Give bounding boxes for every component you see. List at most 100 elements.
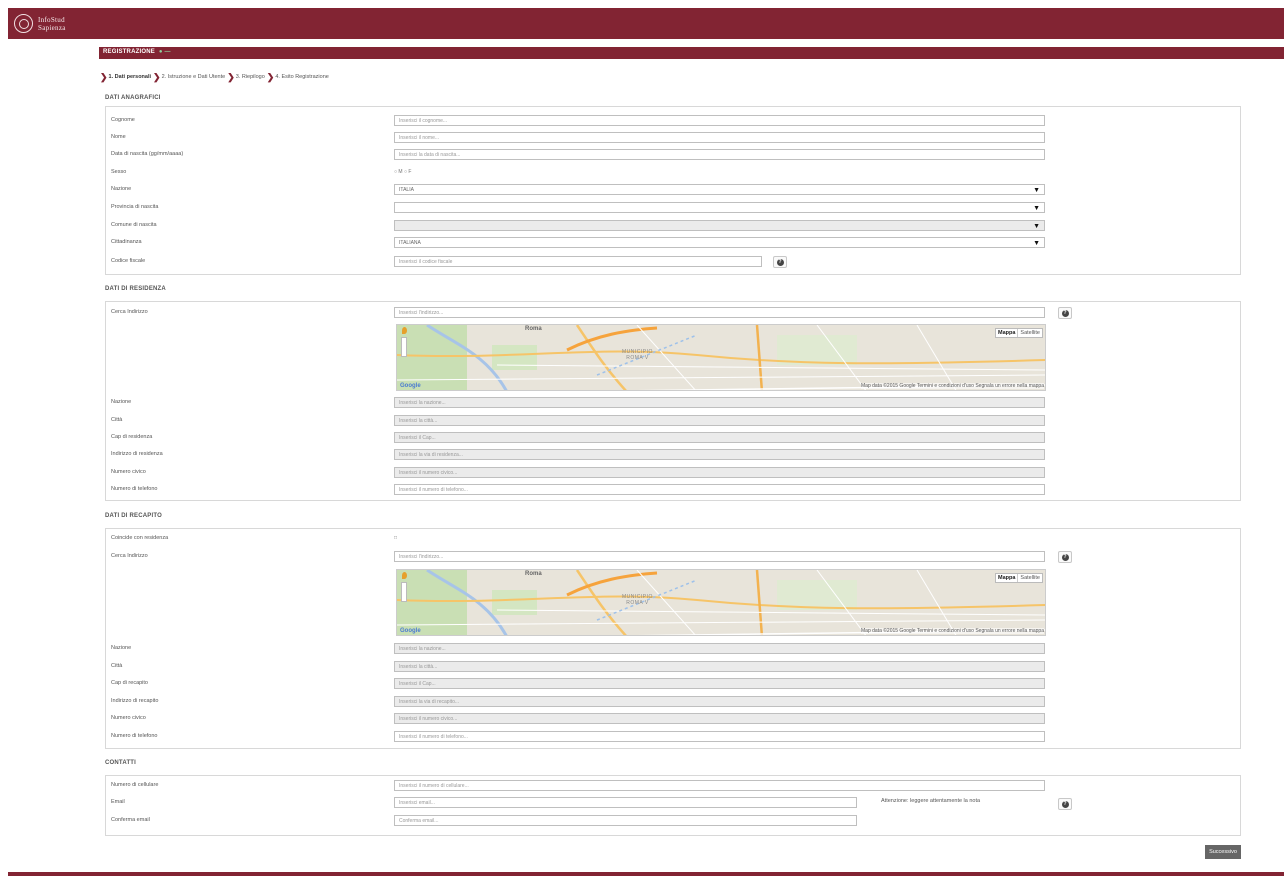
label-cerca-residenza: Cerca Indirizzo [111,309,148,315]
row-cerca-residenza: Cerca Indirizzo Inserisci l'indirizzo...… [106,307,1240,319]
chevron-right-icon: ❯ [227,72,235,82]
street-view-pegman-icon[interactable] [402,572,407,579]
map-zoom-control[interactable] [401,337,407,357]
question-icon: ? [1061,553,1069,561]
citta-recapito-input[interactable]: Inserisci la città... [394,661,1045,672]
nazione-select[interactable]: ITALIA ▼ [394,184,1045,195]
telefono-residenza-input[interactable]: Inserisci il numero di telefono... [394,484,1045,495]
row-coincide: Coincide con residenza □ [106,533,1240,544]
row-cognome: Cognome Inserisci il cognome... [106,115,1240,126]
provincia-select[interactable]: ▼ [394,202,1045,213]
row-civico-recapito: Numero civico Inserisci il numero civico… [106,713,1240,724]
conferma-email-input[interactable]: Conferma email... [394,815,857,826]
row-comune: Comune di nascita ▼ [106,220,1240,231]
step-1: 1. Dati personali [108,74,152,80]
recapito-help-button[interactable]: ? [1058,551,1072,563]
cerca-indirizzo-recapito-input[interactable]: Inserisci l'indirizzo... [394,551,1045,562]
step-3: 3. Riepilogo [235,74,265,80]
section-heading-residenza: DATI DI RESIDENZA [105,286,166,292]
cap-residenza-input[interactable]: Inserisci il Cap... [394,432,1045,443]
sapienza-seal-icon [14,14,33,33]
row-indirizzo-recapito: Indirizzo di recapito Inserisci la via d… [106,696,1240,707]
wizard-steps: ❯ 1. Dati personali ❯ 2. Istruzione e Da… [99,72,330,82]
google-logo: Google [400,628,421,634]
label-nome: Nome [111,134,126,140]
codice-fiscale-help-button[interactable]: ? [773,256,787,268]
next-button[interactable]: Successivo [1205,845,1241,859]
row-nome: Nome Inserisci il nome... [106,132,1240,143]
telefono-recapito-input[interactable]: Inserisci il numero di telefono... [394,731,1045,742]
street-view-pegman-icon[interactable] [402,327,407,334]
label-cerca-recapito: Cerca Indirizzo [111,553,148,559]
map-type-control: Mappa Satellite [995,573,1043,583]
label-civico-recapito: Numero civico [111,715,146,721]
label-conferma-email: Conferma email [111,817,150,823]
section-title: REGISTRAZIONE ● — [103,49,171,55]
civico-recapito-input[interactable]: Inserisci il numero civico... [394,713,1045,724]
question-icon: ? [1061,800,1069,808]
label-sesso: Sesso [111,169,127,175]
map-zoom-control[interactable] [401,582,407,602]
google-logo: Google [400,383,421,389]
section-heading-recapito: DATI DI RECAPITO [105,513,162,519]
civico-residenza-input[interactable]: Inserisci il numero civico... [394,467,1045,478]
row-sesso: Sesso ○ M ○ F [106,167,1240,178]
panel-residenza: Cerca Indirizzo Inserisci l'indirizzo...… [105,301,1241,501]
sesso-radio-group[interactable]: ○ M ○ F [394,169,411,175]
registration-section-bar: REGISTRAZIONE ● — [99,47,1284,59]
bottom-footer-bar [8,872,1284,876]
map-type-satellite-button[interactable]: Satellite [1018,329,1042,337]
indirizzo-recapito-input[interactable]: Inserisci la via di recapito... [394,696,1045,707]
cerca-indirizzo-residenza-input[interactable]: Inserisci l'indirizzo... [394,307,1045,318]
map-type-satellite-button[interactable]: Satellite [1018,574,1042,582]
row-conferma-email: Conferma email Conferma email... [106,815,1240,826]
label-cap-residenza: Cap di residenza [111,434,153,440]
cap-recapito-input[interactable]: Inserisci il Cap... [394,678,1045,689]
cellulare-input[interactable]: Inserisci il numero di cellulare... [394,780,1045,791]
nazione-select-value: ITALIA [399,187,414,193]
codice-fiscale-input[interactable]: Inserisci il codice fiscale [394,256,762,267]
map-type-mappa-button[interactable]: Mappa [996,574,1019,582]
email-input[interactable]: Inserisci email... [394,797,857,808]
dropdown-arrow-icon: ▼ [1033,223,1040,230]
map-area-label: MUNICIPIO ROMA V [622,594,653,606]
row-cerca-recapito: Cerca Indirizzo Inserisci l'indirizzo...… [106,551,1240,563]
section-heading-contatti: CONTATTI [105,760,137,766]
label-data-nascita: Data di nascita (gg/mm/aaaa) [111,151,184,157]
logo-line-2: Sapienza [38,23,66,32]
label-nazione: Nazione [111,186,132,192]
map-credit-text[interactable]: Map data ©2015 Google Termini e condizio… [861,628,1044,634]
map-area-label: MUNICIPIO ROMA V [622,349,653,361]
section-title-text: REGISTRAZIONE [103,49,155,55]
dropdown-arrow-icon: ▼ [1033,205,1040,212]
dropdown-arrow-icon: ▼ [1033,187,1040,194]
residenza-map[interactable]: Roma MUNICIPIO ROMA V Mappa Satellite Go… [396,324,1046,391]
map-type-mappa-button[interactable]: Mappa [996,329,1019,337]
chevron-right-icon: ❯ [153,72,161,82]
logo-wordmark: InfoStud Sapienza [38,16,66,32]
row-provincia: Provincia di nascita ▼ [106,202,1240,213]
email-help-button[interactable]: ? [1058,798,1072,810]
label-telefono-recapito: Numero di telefono [111,733,158,739]
comune-select[interactable]: ▼ [394,220,1045,231]
coincide-checkbox[interactable]: □ [394,535,397,541]
residenza-help-button[interactable]: ? [1058,307,1072,319]
recapito-map[interactable]: Roma MUNICIPIO ROMA V Mappa Satellite Go… [396,569,1046,636]
cittadinanza-select[interactable]: ITALIANA ▼ [394,237,1045,248]
nazione-residenza-input[interactable]: Inserisci la nazione... [394,397,1045,408]
map-city-label: Roma [525,326,542,332]
citta-residenza-input[interactable]: Inserisci la città... [394,415,1045,426]
map-credit-text[interactable]: Map data ©2015 Google Termini e condizio… [861,383,1044,389]
cognome-input[interactable]: Inserisci il cognome... [394,115,1045,126]
logo-line-1: InfoStud [38,15,65,24]
university-logo[interactable]: InfoStud Sapienza [14,14,66,33]
nazione-recapito-input[interactable]: Inserisci la nazione... [394,643,1045,654]
data-nascita-input[interactable]: Inserisci la data di nascita... [394,149,1045,160]
nome-input[interactable]: Inserisci il nome... [394,132,1045,143]
map-tiles [397,570,1045,635]
question-icon: ? [776,258,784,266]
step-4: 4. Esito Registrazione [275,74,329,80]
indirizzo-residenza-input[interactable]: Inserisci la via di residenza... [394,449,1045,460]
label-civico-residenza: Numero civico [111,469,146,475]
label-provincia: Provincia di nascita [111,204,159,210]
